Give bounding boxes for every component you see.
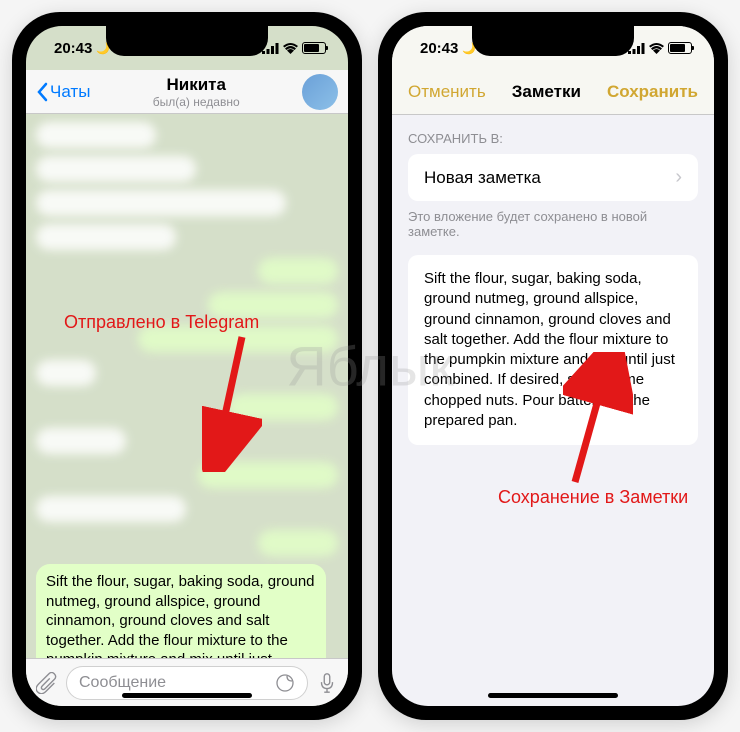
status-icons — [262, 42, 326, 54]
destination-hint: Это вложение будет сохранено в новой зам… — [392, 201, 714, 255]
blurred-message-out — [228, 394, 338, 420]
chevron-right-icon: › — [675, 166, 682, 189]
notch — [472, 26, 634, 56]
phone-frame-right: 20:43 🌙 Отменить Заметки Сохранить СОХРА… — [378, 12, 728, 720]
status-time: 20:43 🌙 — [54, 40, 110, 57]
input-placeholder: Сообщение — [79, 674, 166, 692]
blurred-message-out — [258, 258, 338, 284]
blurred-message-out — [208, 292, 338, 318]
status-time-text: 20:43 — [54, 40, 92, 57]
blurred-message-in — [36, 122, 156, 148]
destination-row[interactable]: Новая заметка › — [408, 154, 698, 201]
save-to-label: СОХРАНИТЬ В: — [392, 115, 714, 154]
blurred-message-in — [36, 190, 286, 216]
status-time-text: 20:43 — [420, 40, 458, 57]
destination-text: Новая заметка — [424, 168, 541, 188]
telegram-header: Чаты Никита был(а) недавно — [26, 70, 348, 114]
save-button[interactable]: Сохранить — [607, 82, 698, 102]
notch — [106, 26, 268, 56]
home-indicator[interactable] — [122, 693, 252, 698]
message-text: Sift the flour, sugar, baking soda, grou… — [46, 573, 315, 658]
telegram-screen: 20:43 🌙 Чаты Никита был(а) недавно — [26, 26, 348, 706]
status-time: 20:43 🌙 — [420, 40, 476, 57]
wifi-icon — [283, 43, 298, 54]
home-indicator[interactable] — [488, 693, 618, 698]
chat-subtitle: был(а) недавно — [90, 95, 302, 109]
blurred-message-in — [36, 156, 196, 182]
blurred-message-in — [36, 428, 126, 454]
input-bar: Сообщение — [26, 658, 348, 706]
battery-icon — [302, 42, 326, 54]
sticker-icon[interactable] — [275, 673, 295, 693]
blurred-message-out — [198, 462, 338, 488]
notes-screen: 20:43 🌙 Отменить Заметки Сохранить СОХРА… — [392, 26, 714, 706]
back-label: Чаты — [50, 82, 90, 102]
chat-title-wrap[interactable]: Никита был(а) недавно — [90, 75, 302, 109]
notes-title: Заметки — [512, 82, 581, 102]
notes-header: Отменить Заметки Сохранить — [392, 70, 714, 115]
chat-title: Никита — [90, 75, 302, 95]
mic-icon[interactable] — [316, 672, 338, 694]
chevron-left-icon — [36, 82, 48, 102]
avatar[interactable] — [302, 74, 338, 110]
blurred-message-in — [36, 496, 186, 522]
sent-message-bubble[interactable]: Sift the flour, sugar, baking soda, grou… — [36, 564, 326, 658]
blurred-message-in — [36, 360, 96, 386]
chat-area[interactable]: Sift the flour, sugar, baking soda, grou… — [26, 114, 348, 658]
blurred-message-out — [138, 326, 338, 352]
wifi-icon — [649, 43, 664, 54]
battery-icon — [668, 42, 692, 54]
blurred-message-out — [258, 530, 338, 556]
cancel-button[interactable]: Отменить — [408, 82, 486, 102]
note-content[interactable]: Sift the flour, sugar, baking soda, grou… — [408, 255, 698, 445]
status-icons — [628, 42, 692, 54]
phone-frame-left: 20:43 🌙 Чаты Никита был(а) недавно — [12, 12, 362, 720]
blurred-message-in — [36, 224, 176, 250]
attach-icon[interactable] — [36, 672, 58, 694]
back-button[interactable]: Чаты — [36, 82, 90, 102]
